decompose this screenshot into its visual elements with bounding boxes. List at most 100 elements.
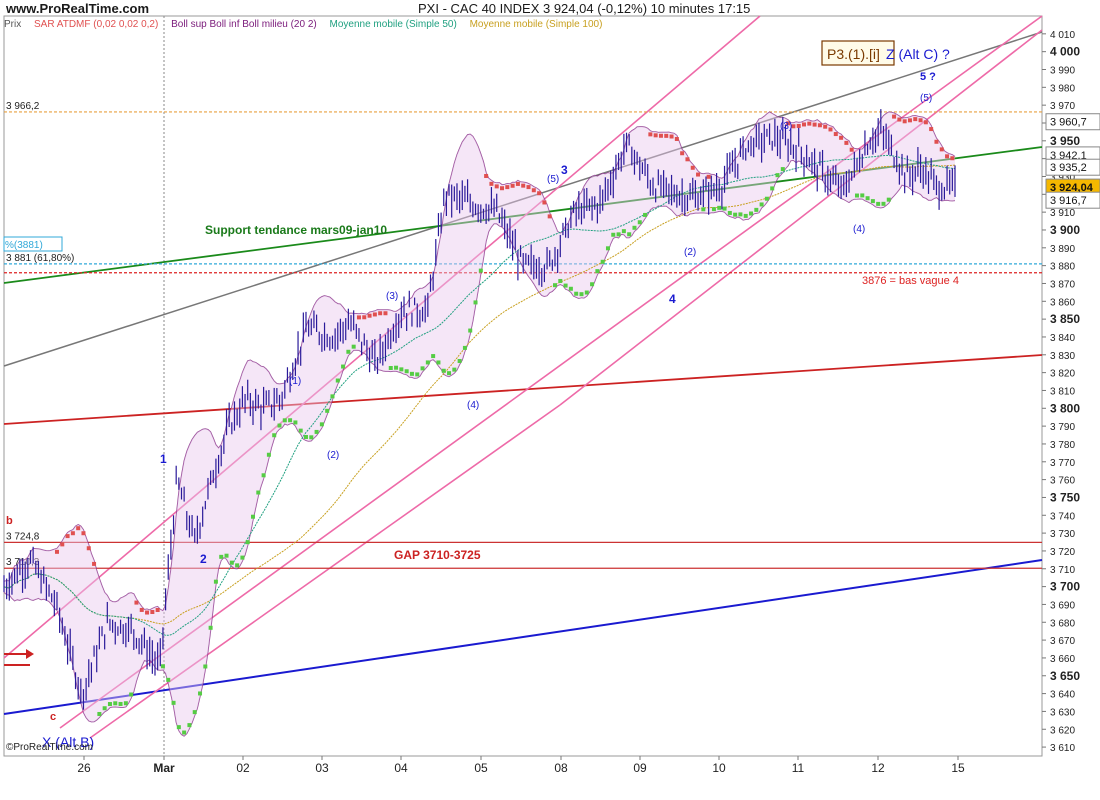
wave-label-sub5-b: (5) (920, 93, 932, 104)
sar-dot (817, 123, 822, 128)
sar-dot (950, 156, 955, 161)
sar-dot (346, 349, 351, 354)
x-tick-label: 09 (633, 761, 647, 775)
sar-dot (876, 201, 881, 206)
wave-label-sub4-b: (4) (853, 224, 865, 235)
sar-dot (865, 196, 870, 201)
sar-dot (616, 232, 621, 237)
sar-dot (484, 174, 489, 179)
sar-dot (441, 368, 446, 373)
sar-dot (118, 701, 123, 706)
sar-dot (425, 360, 430, 365)
y-tick-label: 3 840 (1050, 333, 1075, 344)
sar-dot (54, 549, 59, 554)
sar-dot (65, 534, 70, 539)
sar-dot (86, 546, 91, 551)
sar-dot (706, 174, 711, 179)
y-tick-label: 3 990 (1050, 65, 1075, 76)
sar-dot (780, 167, 785, 172)
sar-dot (584, 290, 589, 295)
wave-label-4: 4 (669, 292, 676, 306)
sar-dot (60, 542, 65, 547)
sar-dot (574, 291, 579, 296)
wave-label-1: 1 (160, 452, 167, 466)
sar-dot (605, 246, 610, 251)
sar-dot (468, 328, 473, 333)
sar-dot (235, 563, 240, 568)
sar-dot (521, 183, 526, 188)
wave-label-sub4: (4) (467, 400, 479, 411)
y-tick-label: 3 620 (1050, 725, 1075, 736)
chart-frame: www.ProRealTime.com PXI - CAC 40 INDEX 3… (0, 0, 1100, 800)
sar-dot (929, 127, 934, 132)
x-tick-label: 26 (77, 761, 91, 775)
sar-dot (431, 354, 436, 359)
x-tick-label: 08 (554, 761, 568, 775)
sar-dot (224, 553, 229, 558)
level-label: 3 966,2 (6, 101, 40, 112)
sar-dot (828, 127, 833, 132)
sar-dot (272, 433, 277, 438)
sar-dot (849, 147, 854, 152)
sar-dot (494, 184, 499, 189)
sar-dot (198, 691, 203, 696)
sar-dot (341, 364, 346, 369)
annotation-wave5: 5 ? (920, 71, 936, 83)
y-tick-label: 3 780 (1050, 440, 1075, 451)
sar-dot (717, 205, 722, 210)
sar-dot (102, 706, 107, 711)
y-tick-label: 3 980 (1050, 83, 1075, 94)
sar-dot (526, 185, 531, 190)
y-tick-label: 3 790 (1050, 422, 1075, 433)
y-tick-label: 3 660 (1050, 654, 1075, 665)
y-tick-label: 3 630 (1050, 707, 1075, 718)
wave-label-sub2: (2) (327, 450, 339, 461)
y-tick-label: 3 670 (1050, 636, 1075, 647)
wave-label-sub2-b: (2) (684, 247, 696, 258)
y-tick-label: 3 770 (1050, 458, 1075, 469)
sar-dot (632, 225, 637, 230)
sar-dot (515, 181, 520, 186)
sar-dot (690, 165, 695, 170)
sar-dot (839, 135, 844, 140)
y-tick-label: 3 890 (1050, 244, 1075, 255)
sar-dot (547, 214, 552, 219)
sar-dot (404, 369, 409, 374)
sar-dot (372, 312, 377, 317)
x-tick-label: 04 (394, 761, 408, 775)
sar-dot (913, 117, 918, 122)
y-tick-label: 3 740 (1050, 511, 1075, 522)
x-tick-label: 12 (871, 761, 885, 775)
sar-dot (870, 199, 875, 204)
sar-dot (129, 692, 134, 697)
y-tick-label: 3 810 (1050, 386, 1075, 397)
sar-dot (462, 345, 467, 350)
y-tick-label: 3 640 (1050, 690, 1075, 701)
sar-dot (219, 554, 224, 559)
sar-dot (107, 702, 112, 707)
price-label-text: 3 916,7 (1050, 195, 1087, 207)
y-tick-label: 3 820 (1050, 369, 1075, 380)
price-chart[interactable]: 3 610 3 620 3 630 3 640 3 650 3 660 3 670 3 680… (0, 0, 1100, 800)
y-tick-label: 3 910 (1050, 208, 1075, 219)
sar-dot (844, 140, 849, 145)
sar-dot (558, 278, 563, 283)
sar-dot (823, 124, 828, 129)
sar-dot (531, 188, 536, 193)
sar-dot (367, 313, 372, 318)
y-tick-label: 3 950 (1050, 134, 1080, 148)
sar-dot (568, 286, 573, 291)
sar-dot (939, 147, 944, 152)
x-tick-label: 15 (951, 761, 965, 775)
sar-dot (749, 211, 754, 216)
annotation-fib: %(3881) (5, 240, 43, 251)
sar-dot (669, 134, 674, 139)
sar-dot (701, 207, 706, 212)
price-label-text: 3 935,2 (1050, 162, 1087, 174)
wave-label-b: b (6, 515, 13, 527)
sar-dot (886, 197, 891, 202)
sar-dot (298, 428, 303, 433)
sar-dot (399, 367, 404, 372)
sar-dot (76, 526, 81, 531)
sar-dot (70, 531, 75, 536)
